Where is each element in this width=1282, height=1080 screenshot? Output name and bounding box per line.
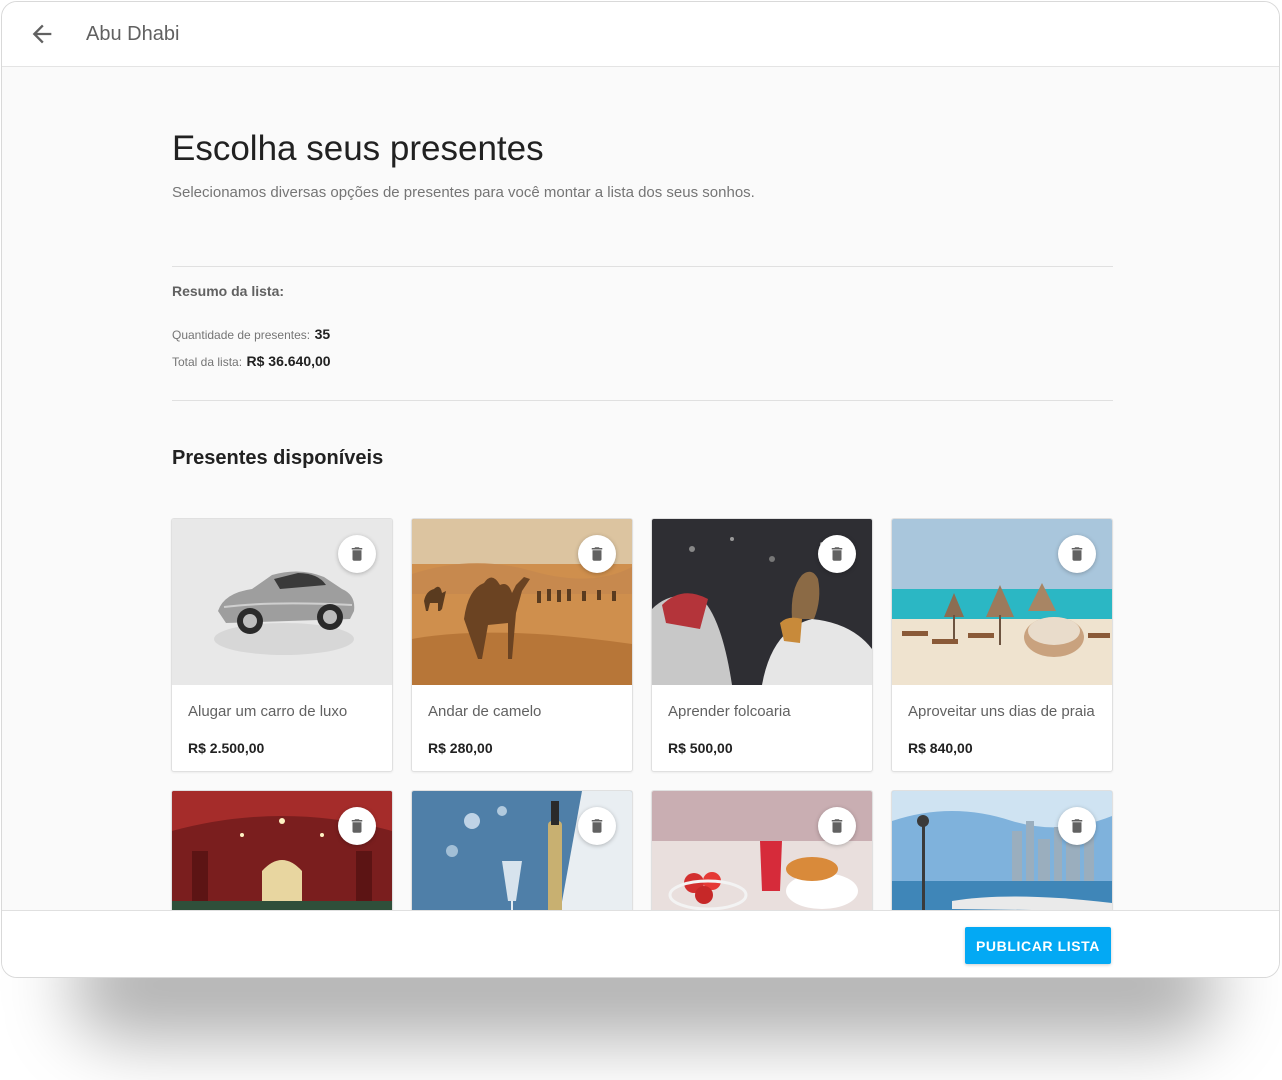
gift-price: R$ 2.500,00 [188, 740, 265, 756]
trash-icon[interactable] [818, 535, 856, 573]
main-content: Escolha seus presentes Selecionamos dive… [2, 67, 1279, 910]
total-stat: Total da lista: R$ 36.640,00 [172, 353, 331, 371]
gift-card[interactable] [651, 790, 873, 910]
trash-icon[interactable] [578, 807, 616, 845]
quantity-label: Quantidade de presentes: [172, 328, 311, 342]
total-label: Total da lista: [172, 355, 243, 369]
gift-name: Aproveitar uns dias de praia [908, 703, 1095, 720]
page-title: Escolha seus presentes [172, 129, 544, 168]
section-title: Presentes disponíveis [172, 447, 384, 469]
bottom-action-bar: PUBLICAR LISTA [2, 910, 1279, 977]
app-window: Abu Dhabi Escolha seus presentes Selecio… [1, 1, 1280, 978]
arrow-back-icon[interactable] [28, 20, 56, 48]
gift-price: R$ 280,00 [428, 740, 493, 756]
divider [172, 266, 1113, 267]
trash-icon[interactable] [1058, 807, 1096, 845]
publish-list-button[interactable]: PUBLICAR LISTA [965, 927, 1111, 964]
page-subtitle: Selecionamos diversas opções de presente… [172, 184, 755, 201]
gift-card[interactable]: Aproveitar uns dias de praia R$ 840,00 [891, 518, 1113, 772]
trash-icon[interactable] [578, 535, 616, 573]
gift-card[interactable] [411, 790, 633, 910]
trash-icon[interactable] [338, 807, 376, 845]
gift-name: Andar de camelo [428, 703, 542, 720]
gift-name: Alugar um carro de luxo [188, 703, 348, 720]
quantity-value: 35 [314, 326, 331, 342]
gift-card[interactable]: Alugar um carro de luxo R$ 2.500,00 [171, 518, 393, 772]
gift-price: R$ 500,00 [668, 740, 733, 756]
gift-price: R$ 840,00 [908, 740, 973, 756]
gift-card[interactable]: Andar de camelo R$ 280,00 [411, 518, 633, 772]
quantity-stat: Quantidade de presentes: 35 [172, 326, 330, 344]
summary-label: Resumo da lista: [172, 283, 285, 299]
trash-icon[interactable] [1058, 535, 1096, 573]
top-app-bar: Abu Dhabi [2, 2, 1279, 67]
gift-name: Aprender folcoaria [668, 703, 791, 720]
app-bar-title: Abu Dhabi [86, 23, 180, 45]
trash-icon[interactable] [338, 535, 376, 573]
divider [172, 400, 1113, 401]
gift-card[interactable] [171, 790, 393, 910]
gift-card[interactable]: Aprender folcoaria R$ 500,00 [651, 518, 873, 772]
trash-icon[interactable] [818, 807, 856, 845]
total-value: R$ 36.640,00 [246, 353, 331, 369]
gift-card[interactable] [891, 790, 1113, 910]
